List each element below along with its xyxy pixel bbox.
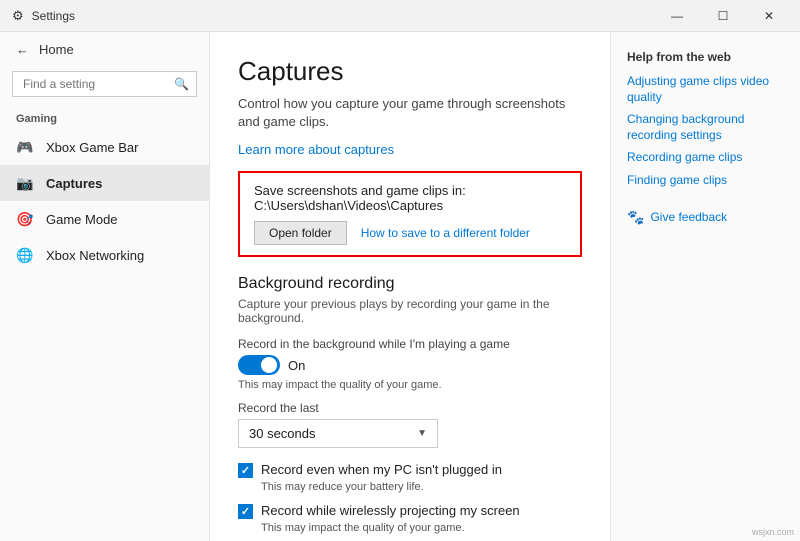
sidebar-item-label: Captures [46, 176, 102, 191]
toggle-knob [261, 357, 277, 373]
xbox-game-bar-icon: 🎮 [16, 138, 34, 156]
search-input[interactable] [12, 71, 197, 97]
chevron-down-icon: ▼ [417, 428, 427, 439]
maximize-button[interactable]: ☐ [700, 0, 746, 32]
checkbox-helper-1: This may reduce your battery life. [261, 481, 582, 493]
save-path-box: Save screenshots and game clips in: C:\U… [238, 171, 582, 257]
sidebar-item-label: Xbox Networking [46, 248, 144, 263]
background-recording-heading: Background recording [238, 275, 582, 293]
title-bar-title: Settings [32, 9, 75, 23]
help-link-3[interactable]: Recording game clips [627, 150, 784, 166]
sidebar-home-label: Home [39, 42, 74, 57]
title-bar-left: ⚙ Settings [12, 8, 75, 24]
sidebar-item-xbox-networking[interactable]: 🌐 Xbox Networking [0, 237, 209, 273]
feedback-link[interactable]: Give feedback [650, 210, 727, 224]
save-path-actions: Open folder How to save to a different f… [254, 221, 566, 245]
record-last-label: Record the last [238, 401, 582, 415]
sidebar-item-xbox-game-bar[interactable]: 🎮 Xbox Game Bar [0, 129, 209, 165]
sidebar-item-game-mode[interactable]: 🎯 Game Mode [0, 201, 209, 237]
sidebar-search-container: 🔍 [12, 71, 197, 97]
back-icon: ← [16, 42, 29, 57]
sidebar-item-label: Game Mode [46, 212, 118, 227]
search-icon: 🔍 [174, 77, 189, 91]
checkbox-helper-2: This may impact the quality of your game… [261, 522, 582, 534]
open-folder-button[interactable]: Open folder [254, 221, 347, 245]
app-container: ← Home 🔍 Gaming 🎮 Xbox Game Bar 📷 Captur… [0, 32, 800, 541]
title-bar-controls: — ☐ ✕ [654, 0, 792, 32]
settings-icon: ⚙ [12, 8, 24, 24]
checkmark-icon: ✓ [241, 464, 250, 477]
record-last-dropdown[interactable]: 30 seconds ▼ [238, 419, 438, 448]
background-recording-desc: Capture your previous plays by recording… [238, 297, 582, 325]
main-content: Captures Control how you capture your ga… [210, 32, 610, 541]
right-panel: Help from the web Adjusting game clips v… [610, 32, 800, 541]
sidebar-section-label: Gaming [0, 107, 209, 129]
help-link-4[interactable]: Finding game clips [627, 173, 784, 189]
sidebar-item-captures[interactable]: 📷 Captures ← [0, 165, 209, 201]
sidebar: ← Home 🔍 Gaming 🎮 Xbox Game Bar 📷 Captur… [0, 32, 210, 541]
sidebar-item-label: Xbox Game Bar [46, 140, 139, 155]
help-link-1[interactable]: Adjusting game clips video quality [627, 74, 784, 105]
save-different-link[interactable]: How to save to a different folder [361, 226, 530, 240]
checkmark-icon-2: ✓ [241, 505, 250, 518]
learn-more-link[interactable]: Learn more about captures [238, 142, 394, 157]
record-last-value: 30 seconds [249, 426, 316, 441]
feedback-row[interactable]: 🐾 Give feedback [627, 209, 784, 226]
checkbox-label-2: Record while wirelessly projecting my sc… [261, 503, 520, 518]
save-path-text: Save screenshots and game clips in: C:\U… [254, 183, 566, 213]
checkbox-row-2: ✓ Record while wirelessly projecting my … [238, 503, 582, 519]
xbox-networking-icon: 🌐 [16, 246, 34, 264]
toggle-helper-text: This may impact the quality of your game… [238, 379, 582, 391]
right-panel-heading: Help from the web [627, 50, 784, 64]
captures-icon: 📷 [16, 174, 34, 192]
close-button[interactable]: ✕ [746, 0, 792, 32]
page-title: Captures [238, 56, 582, 87]
page-subtitle: Control how you capture your game throug… [238, 95, 582, 131]
checkbox-label-1: Record even when my PC isn't plugged in [261, 462, 502, 477]
background-toggle[interactable] [238, 355, 280, 375]
minimize-button[interactable]: — [654, 0, 700, 32]
toggle-label: Record in the background while I'm playi… [238, 337, 582, 351]
checkbox-row-1: ✓ Record even when my PC isn't plugged i… [238, 462, 582, 478]
feedback-icon: 🐾 [627, 209, 644, 226]
toggle-state-label: On [288, 358, 305, 373]
checkbox-plugged-in[interactable]: ✓ [238, 463, 253, 478]
watermark: wsjxn.com [752, 527, 794, 537]
background-toggle-row: On [238, 355, 582, 375]
help-link-2[interactable]: Changing background recording settings [627, 112, 784, 143]
title-bar: ⚙ Settings — ☐ ✕ [0, 0, 800, 32]
game-mode-icon: 🎯 [16, 210, 34, 228]
checkbox-projecting[interactable]: ✓ [238, 504, 253, 519]
sidebar-back-button[interactable]: ← Home [0, 32, 209, 67]
